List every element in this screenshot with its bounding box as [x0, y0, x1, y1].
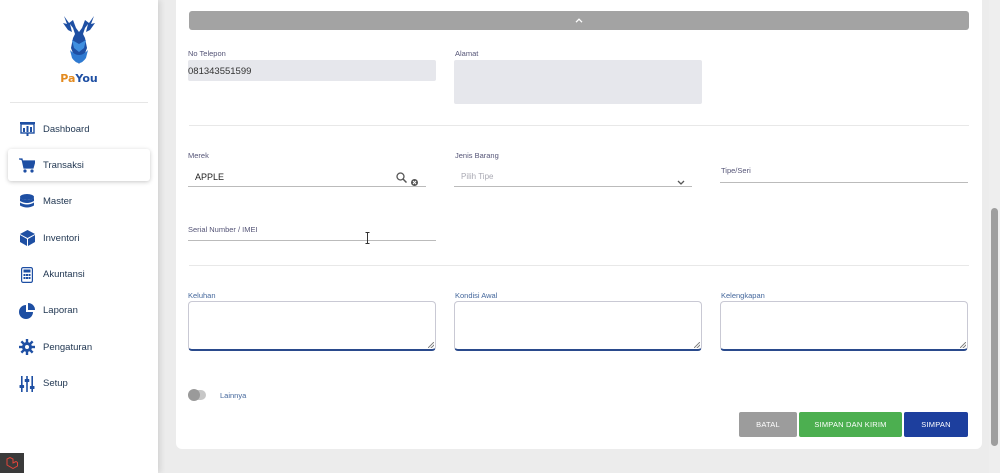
- framework-badge[interactable]: [0, 453, 24, 473]
- jenis-barang-select[interactable]: Pilih Tipe: [454, 166, 692, 187]
- clear-icon[interactable]: [411, 173, 418, 191]
- merek-select[interactable]: APPLE: [188, 167, 426, 187]
- chevron-up-icon: [575, 18, 583, 23]
- gear-icon: [19, 339, 35, 356]
- section-divider: [189, 265, 969, 266]
- scrollbar-thumb[interactable]: [991, 208, 998, 446]
- merek-value: APPLE: [195, 172, 225, 182]
- resize-handle[interactable]: [960, 342, 966, 348]
- resize-handle[interactable]: [694, 342, 700, 348]
- kondisi-awal-label: Kondisi Awal: [455, 291, 498, 300]
- serial-number-input[interactable]: [188, 228, 436, 241]
- collapse-toggle[interactable]: [189, 11, 969, 30]
- pie-chart-icon: [19, 302, 35, 319]
- database-icon: [19, 193, 35, 210]
- keluhan-textarea[interactable]: [188, 301, 436, 351]
- sidebar-item-laporan[interactable]: Laporan: [8, 295, 150, 327]
- cart-icon: [19, 157, 35, 173]
- sidebar-item-master[interactable]: Master: [8, 186, 150, 218]
- sidebar-item-label: Dashboard: [43, 123, 90, 135]
- brand-logo[interactable]: PaYou: [0, 14, 158, 85]
- no-telepon-value: 081343551599: [188, 66, 252, 77]
- sidebar-nav: Dashboard Transaksi Master Inventori Aku…: [8, 113, 150, 404]
- sidebar-item-pengaturan[interactable]: Pengaturan: [8, 331, 150, 363]
- sidebar-divider: [10, 102, 148, 103]
- deer-logo-icon: [63, 16, 95, 64]
- sidebar: PaYou Dashboard Transaksi Master Invento…: [0, 0, 158, 473]
- box-icon: [19, 230, 35, 247]
- brand-name: PaYou: [60, 72, 98, 85]
- sidebar-item-label: Inventori: [43, 232, 80, 244]
- alamat-field[interactable]: [454, 60, 702, 104]
- sidebar-item-label: Akuntansi: [43, 269, 85, 281]
- alamat-label: Alamat: [455, 49, 479, 58]
- no-telepon-field[interactable]: 081343551599: [188, 60, 436, 81]
- sidebar-item-inventori[interactable]: Inventori: [8, 222, 150, 254]
- dashboard-icon: [19, 121, 35, 137]
- sidebar-item-label: Pengaturan: [43, 341, 93, 353]
- kondisi-awal-textarea[interactable]: [454, 301, 702, 351]
- lainnya-label: Lainnya: [220, 391, 247, 400]
- tipe-seri-input[interactable]: [720, 170, 968, 183]
- sliders-icon: [19, 375, 35, 392]
- form-card: No Telepon 081343551599 Alamat Merek APP…: [176, 0, 982, 449]
- sidebar-item-label: Master: [43, 196, 73, 208]
- sidebar-item-akuntansi[interactable]: Akuntansi: [8, 259, 150, 291]
- jenis-barang-placeholder: Pilih Tipe: [461, 172, 494, 181]
- toggle-knob: [188, 389, 200, 401]
- simpan-dan-kirim-button[interactable]: SIMPAN DAN KIRIM: [799, 412, 902, 437]
- sidebar-item-transaksi[interactable]: Transaksi: [8, 149, 150, 182]
- batal-button[interactable]: BATAL: [739, 412, 797, 437]
- kelengkapan-label: Kelengkapan: [721, 291, 765, 300]
- sidebar-item-label: Transaksi: [43, 159, 84, 171]
- jenis-barang-label: Jenis Barang: [455, 151, 499, 160]
- keluhan-label: Keluhan: [188, 291, 216, 300]
- simpan-button[interactable]: SIMPAN: [904, 412, 968, 437]
- section-divider: [189, 125, 969, 126]
- sidebar-item-dashboard[interactable]: Dashboard: [8, 113, 150, 145]
- no-telepon-label: No Telepon: [188, 49, 226, 58]
- lainnya-toggle[interactable]: [188, 389, 206, 401]
- search-icon[interactable]: [396, 170, 408, 188]
- chevron-down-icon: [677, 172, 685, 190]
- kelengkapan-textarea[interactable]: [720, 301, 968, 351]
- sidebar-item-setup[interactable]: Setup: [8, 368, 150, 400]
- calculator-icon: [19, 266, 35, 283]
- laravel-icon: [6, 457, 18, 469]
- merek-label: Merek: [188, 151, 209, 160]
- resize-handle[interactable]: [428, 342, 434, 348]
- text-cursor-icon: [365, 231, 370, 244]
- sidebar-item-label: Setup: [43, 378, 68, 390]
- sidebar-item-label: Laporan: [43, 305, 78, 317]
